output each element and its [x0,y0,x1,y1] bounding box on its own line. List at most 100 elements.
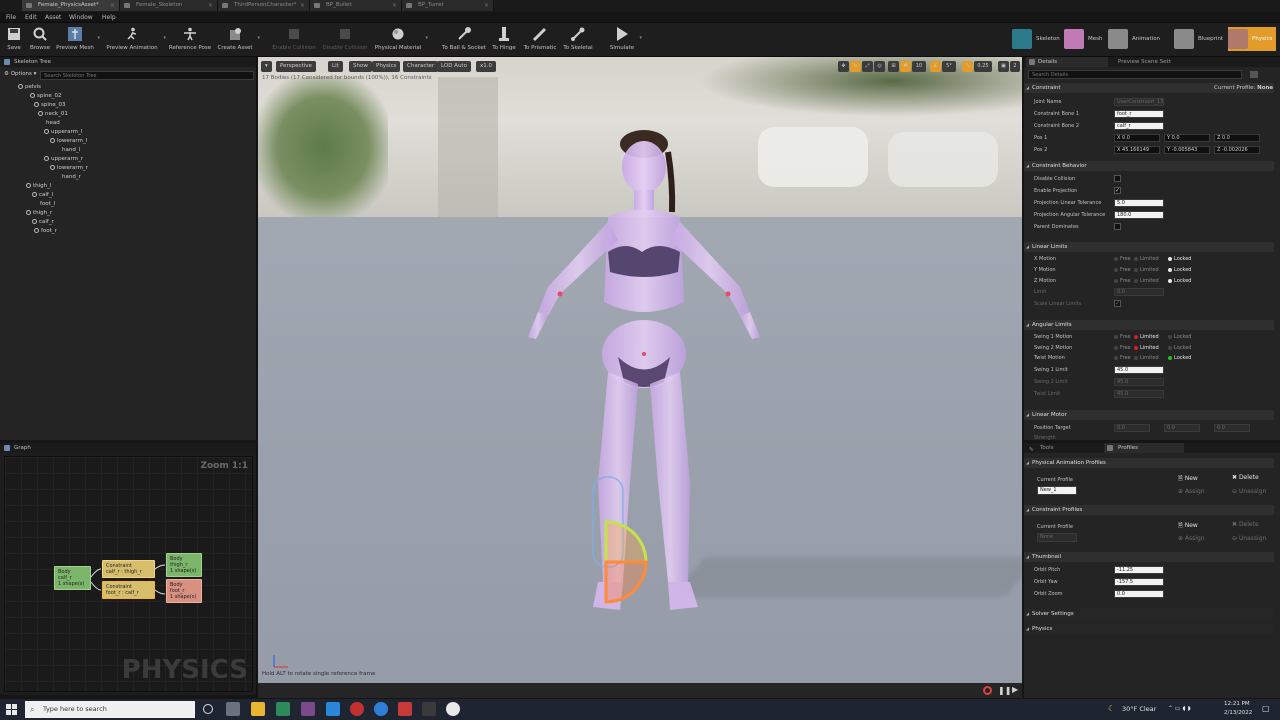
bone-item[interactable]: pelvis [18,83,41,91]
tab-female-physics-asset[interactable]: Female_PhysicsAsset* × [22,0,120,11]
orbit-pitch-field[interactable]: -11.25 [1114,566,1164,574]
joint-name-field[interactable]: UserConstraint_13 [1114,98,1164,106]
chevron-down-icon[interactable]: ▾ [639,35,642,41]
clock-date[interactable]: 2/13/2022 [1224,710,1252,716]
bone-item[interactable]: upperarm_r [44,155,83,163]
scale-snap-value[interactable]: 0.25 [974,61,992,72]
section-linear-motor[interactable]: Linear Motor [1024,410,1274,420]
pos2-z-field[interactable]: Z -0.002026 [1214,146,1260,154]
section-physical-animation-profiles[interactable]: Physical Animation Profiles [1024,458,1274,468]
z-motion-free[interactable]: Free [1114,277,1131,285]
bone-item[interactable]: spine_02 [30,92,62,100]
swing1-free[interactable]: Free [1114,333,1131,341]
rotation-snap-value[interactable]: 5° [942,61,956,72]
menu-file[interactable]: File [6,12,16,23]
pos2-x-field[interactable]: X 45.166149 [1114,146,1160,154]
swing1-limited[interactable]: Limited [1134,333,1159,341]
preview-animation-button[interactable]: Preview Animation ▾ [104,25,166,55]
details-search-input[interactable] [1028,70,1242,79]
graph-canvas[interactable]: Zoom 1:1 PHYSICS Body calf_r 1 shape(s) … [4,456,253,692]
scale-snap-icon[interactable]: ⤡ [962,61,973,72]
bone-item[interactable]: calf_r [32,218,54,226]
pause-icon[interactable]: ❚❚ [998,686,1011,695]
tab-third-person-character[interactable]: ThirdPersonCharacter* × [218,0,310,11]
section-solver-settings[interactable]: Solver Settings [1024,609,1274,619]
close-icon[interactable]: × [300,0,305,11]
mode-skeleton[interactable]: Skeleton [1012,27,1060,51]
tab-bp-turret[interactable]: BP_Turret × [402,0,494,11]
to-hinge-button[interactable]: To Hinge [490,25,518,55]
close-icon[interactable]: × [208,0,213,11]
z-motion-locked[interactable]: Locked [1168,277,1191,285]
reference-pose-button[interactable]: Reference Pose [168,25,212,55]
notification-icon[interactable]: ▢ [1262,704,1270,713]
record-icon[interactable] [983,686,992,695]
bone-item[interactable]: hand_l [62,146,80,154]
physics-view-button[interactable]: Physics [372,61,401,72]
mail-icon[interactable] [326,702,340,716]
perspective-button[interactable]: Perspective [276,61,316,72]
weather-text[interactable]: 30°F Clear [1122,705,1156,713]
scale-linear-checkbox[interactable]: ✓ [1114,300,1121,307]
edge-icon[interactable] [276,702,290,716]
mode-blueprint[interactable]: Blueprint [1174,27,1223,51]
bone-item[interactable]: lowerarm_r [50,164,88,172]
swing2-locked[interactable]: Locked [1168,344,1191,352]
character-button[interactable]: Character [403,61,439,72]
tab-details[interactable]: Details [1026,57,1108,67]
tray-icons[interactable]: ⌃ ▭ ◖ ◗ [1168,705,1191,712]
proj-angular-field[interactable]: 180.0 [1114,211,1164,219]
tab-bp-bullet[interactable]: BP_Bullet × [310,0,402,11]
graph-node-body-thigh[interactable]: Body thigh_r 1 shape(s) [166,553,202,577]
tab-female-skeleton[interactable]: Female_Skeleton × [120,0,218,11]
file-explorer-icon[interactable] [251,702,265,716]
transform-move-icon[interactable]: ✥ [838,61,849,72]
to-ball-and-socket-button[interactable]: To Ball & Socket [442,25,486,55]
swing1-locked[interactable]: Locked [1168,333,1191,341]
tab-tools[interactable]: ✎ Tools [1026,443,1102,453]
new-phys-profile-button[interactable]: 🗎 New [1178,474,1198,484]
new-con-profile-button[interactable]: 🗎 New [1178,521,1198,531]
pos2-y-field[interactable]: Y -0.005843 [1164,146,1210,154]
mode-physics[interactable]: Physics [1228,27,1277,51]
transform-scale-icon[interactable]: ⤢ [862,61,873,72]
bone-item[interactable]: neck_01 [38,110,68,118]
tab-profiles[interactable]: Profiles [1104,443,1184,453]
disable-collision-checkbox[interactable] [1114,175,1121,182]
position-target-y[interactable]: 0.0 [1164,424,1200,432]
con-profile-dropdown[interactable]: None [1037,533,1077,542]
chevron-down-icon[interactable]: ▾ [97,35,100,41]
transform-rotate-icon[interactable]: ↻ [850,61,861,72]
section-physics[interactable]: Physics [1024,624,1274,634]
grid-snap-icon[interactable]: # [900,61,911,72]
create-asset-button[interactable]: Create Asset ▾ [216,25,260,55]
swing2-limited[interactable]: Limited [1134,344,1159,352]
section-thumbnail[interactable]: Thumbnail [1024,552,1274,562]
menu-window[interactable]: Window [69,12,93,23]
assign-con-profile-button[interactable]: ⊕ Assign [1178,535,1205,542]
playback-speed-button[interactable]: x1.0 [476,61,497,72]
bone-item[interactable]: spine_03 [34,101,66,109]
position-target-z[interactable]: 0.0 [1214,424,1250,432]
preview-viewport[interactable]: ▾ Perspective Lit Show Physics Character… [258,57,1022,698]
close-icon[interactable]: × [392,0,397,11]
mode-animation[interactable]: Animation [1108,27,1160,51]
surface-snap-icon[interactable]: ⊞ [888,61,899,72]
bone2-field[interactable]: calf_r [1114,122,1164,130]
twist-free[interactable]: Free [1114,354,1131,362]
section-linear-limits[interactable]: Linear Limits [1024,242,1274,252]
bone-item[interactable]: lowerarm_l [50,137,87,145]
orbit-zoom-field[interactable]: 0.0 [1114,590,1164,598]
graph-node-constraint-calf-thigh[interactable]: Constraint calf_r : thigh_r [102,560,155,578]
chevron-down-icon[interactable]: ▾ [163,35,166,41]
x-motion-limited[interactable]: Limited [1134,255,1159,263]
lod-auto-button[interactable]: LOD Auto [437,61,471,72]
position-target-x[interactable]: 0.0 [1114,424,1150,432]
bone-item[interactable]: thigh_r [26,209,52,217]
pos1-y-field[interactable]: Y 0.0 [1164,134,1210,142]
y-motion-limited[interactable]: Limited [1134,266,1159,274]
section-angular-limits[interactable]: Angular Limits [1024,320,1274,330]
assign-phys-profile-button[interactable]: ⊕ Assign [1178,488,1205,495]
unreal-engine-icon[interactable] [446,702,460,716]
physical-material-button[interactable]: Physical Material ▾ [374,25,428,55]
